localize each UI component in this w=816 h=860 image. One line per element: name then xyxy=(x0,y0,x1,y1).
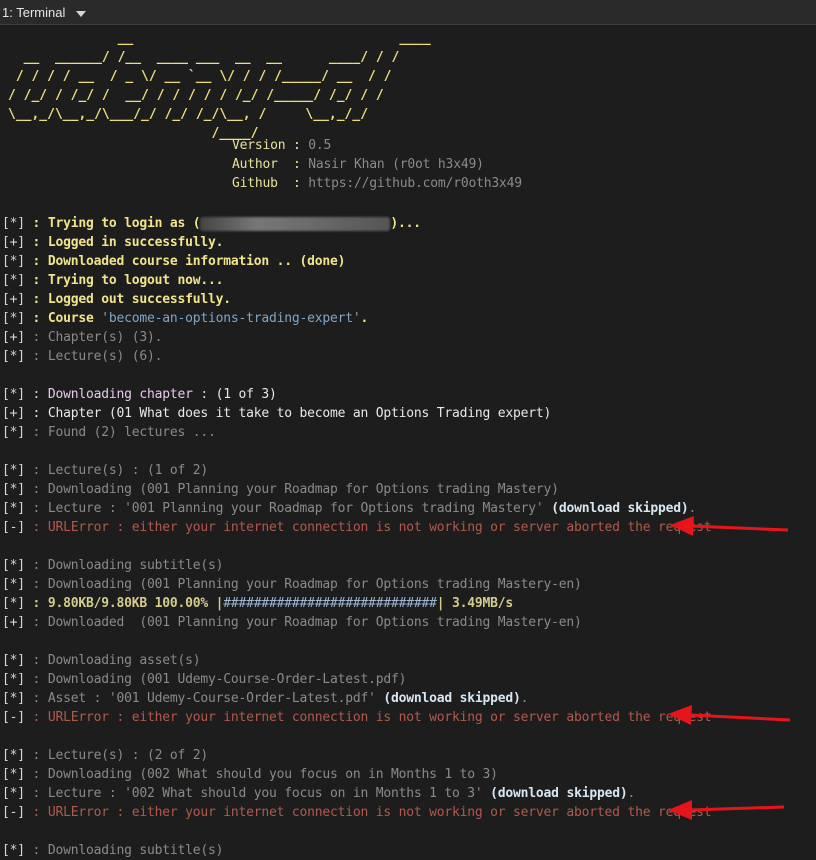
log-line: [+] : Logged in successfully. xyxy=(2,235,224,250)
log-text: Lecture(s) : (2 of 2) xyxy=(47,748,208,763)
log-line: [+] : Chapter (01 What does it take to b… xyxy=(2,406,552,421)
log-text: Downloading (001 Udemy-Course-Order-Late… xyxy=(47,672,407,687)
log-line: [*] : Downloading chapter : (1 of 3) xyxy=(2,387,277,402)
log-line: [+] : Downloaded (001 Planning your Road… xyxy=(2,615,582,630)
log-text: Trying to logout now... xyxy=(47,273,224,288)
log-post: )... xyxy=(390,216,421,231)
github-value: https://github.com/r0oth3x49 xyxy=(308,176,522,191)
log-line: [*] : Downloaded course information .. (… xyxy=(2,254,346,269)
red-arrow-annotation xyxy=(670,516,789,536)
log-pre: Lecture : '001 Planning your Roadmap for… xyxy=(47,501,552,516)
log-text: Downloading (001 Planning your Roadmap f… xyxy=(47,482,559,497)
terminal-panel-header: 1: Terminal xyxy=(0,0,816,25)
log-line: [*] : Lecture : '002 What should you foc… xyxy=(2,786,636,801)
red-arrow-annotation xyxy=(668,800,785,820)
log-text: Downloading (001 Planning your Roadmap f… xyxy=(47,577,582,592)
github-label: Github xyxy=(232,176,278,191)
log-skip: (download skipped) xyxy=(490,786,628,801)
log-text: Downloading subtitle(s) xyxy=(47,558,224,573)
log-text: Logged out successfully. xyxy=(47,292,231,307)
log-text: Downloading (002 What should you focus o… xyxy=(47,767,498,782)
log-line: [*] : Asset : '001 Udemy-Course-Order-La… xyxy=(2,691,529,706)
log-line: [+] : Chapter(s) (3). xyxy=(2,330,163,345)
log-post: (1 of 3) xyxy=(215,387,277,402)
log-text: Lecture(s) (6). xyxy=(47,349,163,364)
log-line: [*] : Lecture(s) : (1 of 2) xyxy=(2,463,208,478)
ascii-banner: __ ____ __ ______/ /__ ____ ___ __ __ __… xyxy=(8,31,431,141)
log-line: [*] : 9.80KB/9.80KB 100.00% |###########… xyxy=(2,596,514,611)
author-label: Author xyxy=(232,157,278,172)
redacted-username xyxy=(200,216,391,231)
log-line: [*] : Trying to logout now... xyxy=(2,273,224,288)
log-text: Downloading subtitle(s) xyxy=(47,843,224,858)
log-pre: Trying to login as ( xyxy=(47,216,201,231)
log-post: | 3.49MB/s xyxy=(436,596,514,611)
log-line: [*] : Found (2) lectures ... xyxy=(2,425,216,440)
log-text: Logged in successfully. xyxy=(47,235,224,250)
log-pre: Asset : '001 Udemy-Course-Order-Latest.p… xyxy=(47,691,384,706)
log-line: [-] : URLError : either your internet co… xyxy=(2,710,712,725)
log-line: [*] : Downloading (002 What should you f… xyxy=(2,767,498,782)
log-line: [-] : URLError : either your internet co… xyxy=(2,805,712,820)
author-line: Author : Nasir Khan (r0ot h3x49) xyxy=(232,157,484,172)
version-value: 0.5 xyxy=(308,138,332,153)
log-line: [*] : Downloading subtitle(s) xyxy=(2,843,224,858)
log-line: [*] : Trying to login as ()... xyxy=(2,216,421,231)
log-text: Downloading asset(s) xyxy=(47,653,201,668)
log-bar: ############################ xyxy=(223,596,437,611)
log-skip: (download skipped) xyxy=(383,691,521,706)
log-post: . xyxy=(627,786,636,801)
log-text: Downloaded (001 Planning your Roadmap fo… xyxy=(47,615,582,630)
github-line: Github : https://github.com/r0oth3x49 xyxy=(232,176,522,191)
log-line: [*] : Downloading (001 Udemy-Course-Orde… xyxy=(2,672,407,687)
log-quoted: 'become-an-options-trading-expert' xyxy=(101,311,361,326)
log-line: [-] : URLError : either your internet co… xyxy=(2,520,712,535)
log-line: [*] : Lecture : '001 Planning your Roadm… xyxy=(2,501,697,516)
log-pre: Course xyxy=(47,311,102,326)
chevron-down-icon[interactable] xyxy=(76,11,86,17)
red-arrow-annotation xyxy=(668,705,791,725)
log-line: [*] : Lecture(s) (6). xyxy=(2,349,163,364)
log-text: URLError : either your internet connecti… xyxy=(47,520,712,535)
log-line: [*] : Course 'become-an-options-trading-… xyxy=(2,311,369,326)
log-text: URLError : either your internet connecti… xyxy=(47,805,712,820)
log-post: . xyxy=(360,311,369,326)
log-text: Chapter (01 What does it take to become … xyxy=(47,406,552,421)
log-text: Found (2) lectures ... xyxy=(47,425,216,440)
log-pre: 9.80KB/9.80KB 100.00% | xyxy=(47,596,224,611)
log-post: . xyxy=(520,691,529,706)
log-text: Chapter(s) (3). xyxy=(47,330,163,345)
log-text: Lecture(s) : (1 of 2) xyxy=(47,463,208,478)
log-line: [*] : Downloading subtitle(s) xyxy=(2,558,224,573)
log-pre: Downloading chapter : xyxy=(47,387,216,402)
log-text: URLError : either your internet connecti… xyxy=(47,710,712,725)
log-line: [*] : Downloading (001 Planning your Roa… xyxy=(2,482,559,497)
log-line: [+] : Logged out successfully. xyxy=(2,292,231,307)
terminal-selector[interactable]: 1: Terminal xyxy=(2,4,65,21)
author-value: Nasir Khan (r0ot h3x49) xyxy=(308,157,484,172)
version-line: Version : 0.5 xyxy=(232,138,332,153)
log-text: Downloaded course information .. (done) xyxy=(47,254,346,269)
log-line: [*] : Downloading (001 Planning your Roa… xyxy=(2,577,582,592)
log-line: [*] : Downloading asset(s) xyxy=(2,653,201,668)
log-pre: Lecture : '002 What should you focus on … xyxy=(47,786,491,801)
terminal-output[interactable]: __ ____ __ ______/ /__ ____ ___ __ __ __… xyxy=(0,25,816,858)
log-line: [*] : Lecture(s) : (2 of 2) xyxy=(2,748,208,763)
version-label: Version xyxy=(232,138,286,153)
